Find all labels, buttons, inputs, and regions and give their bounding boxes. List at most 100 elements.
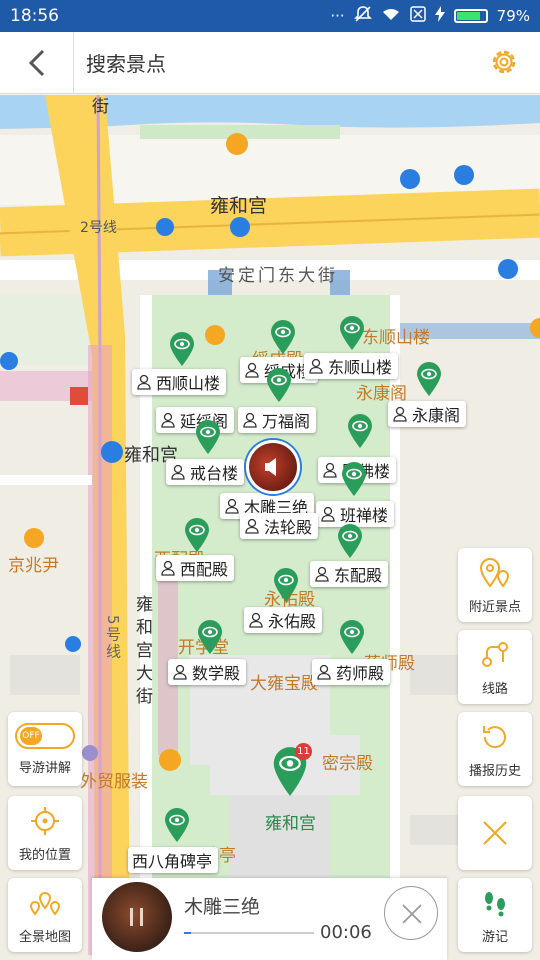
close-panel-button[interactable] — [458, 796, 532, 870]
user-icon — [321, 506, 335, 522]
poi-pin-icon[interactable] — [168, 331, 196, 367]
battery-icon — [453, 9, 488, 23]
poi-pin-icon[interactable] — [272, 567, 300, 603]
poi-pin-icon[interactable] — [163, 807, 191, 843]
travel-notes-label: 游记 — [481, 929, 508, 945]
poi-tag[interactable]: 万福阁 — [238, 407, 317, 433]
cluster-count-badge: 11 — [295, 743, 312, 760]
page-title: 搜索景点 — [86, 52, 166, 76]
poi-pin-icon[interactable] — [269, 319, 297, 355]
back-button[interactable] — [0, 31, 74, 94]
poi-pin-icon[interactable] — [340, 461, 368, 497]
guide-toggle[interactable]: OFF — [15, 722, 75, 749]
header: 搜索景点 — [0, 31, 540, 94]
poi-pin-icon[interactable] — [183, 517, 211, 553]
user-icon — [137, 374, 151, 390]
audio-player: 木雕三绝 00:06 — [92, 878, 447, 960]
user-icon — [315, 566, 329, 582]
route-label: 线路 — [481, 681, 508, 697]
poi-tag[interactable]: 药师殿 — [312, 659, 391, 685]
status-bar: 18:56 ··· 79% — [0, 0, 540, 32]
close-icon — [483, 821, 507, 845]
player-time: 00:06 — [320, 922, 372, 943]
close-icon — [402, 904, 422, 924]
user-icon — [161, 560, 175, 576]
map-label-yonghegong-top: 雍和宫 — [210, 195, 268, 217]
map-label-jingzhaoyin: 京兆尹 — [8, 556, 59, 576]
player-close-button[interactable] — [384, 886, 438, 940]
user-icon — [323, 462, 337, 478]
footprints-icon — [485, 891, 505, 916]
guide-explain-button[interactable]: OFF 导游讲解 — [8, 712, 82, 786]
user-icon — [243, 412, 257, 428]
speaker-icon — [265, 458, 276, 476]
player-progress-bar[interactable] — [184, 932, 314, 934]
status-time: 18:56 — [10, 6, 59, 26]
broadcast-history-label: 播报历史 — [468, 763, 521, 779]
mute-icon — [353, 5, 372, 27]
poi-tag[interactable]: 西配殿 — [156, 555, 235, 581]
map-label-yonghegong-street: 雍和宫大街 — [132, 595, 152, 710]
my-location-button[interactable]: 我的位置 — [8, 796, 82, 870]
full-map-label: 全景地图 — [18, 929, 71, 945]
map-label-line5: 5号线 — [104, 615, 122, 661]
user-icon — [317, 664, 331, 680]
settings-button[interactable] — [488, 46, 520, 78]
history-icon — [483, 725, 506, 748]
route-button[interactable]: 线路 — [458, 630, 532, 704]
poi-pin-icon[interactable] — [338, 315, 366, 351]
route-icon — [482, 641, 508, 667]
map-label-yonghegong-bottom: 雍和宫 — [265, 814, 316, 834]
back-icon — [28, 49, 44, 76]
poi-tag[interactable]: 西顺山楼 — [132, 369, 227, 395]
location-pins-icon — [479, 557, 510, 588]
poi-pin-icon[interactable] — [346, 413, 374, 449]
player-title: 木雕三绝 — [184, 896, 261, 918]
battery-text: 79% — [496, 7, 530, 25]
map-label-dalongbaodian: 大雍宝殿 — [250, 674, 318, 694]
guide-explain-label: 导游讲解 — [18, 760, 71, 776]
user-icon — [173, 664, 187, 680]
user-icon — [171, 464, 185, 480]
poi-pin-icon[interactable] — [194, 419, 222, 455]
map-label-dongshunshanlou: 东顺山楼 — [362, 328, 430, 348]
toggle-off-label: OFF — [20, 726, 42, 745]
user-icon — [309, 358, 323, 374]
map-label-waimao: 外贸服装 — [80, 772, 148, 792]
gear-icon — [492, 50, 516, 74]
poi-tag[interactable]: 戒台楼 — [166, 459, 245, 485]
nearby-spots-button[interactable]: 附近景点 — [458, 548, 532, 622]
my-location-label: 我的位置 — [18, 847, 71, 863]
map-pins-icon — [29, 891, 61, 916]
poi-pin-icon[interactable] — [265, 367, 293, 403]
cluster-pin[interactable]: 11 — [270, 743, 312, 797]
poi-tag[interactable]: 永佑殿 — [244, 607, 323, 633]
map-label-andingmen: 安定门东大街 — [218, 266, 338, 286]
charging-icon — [434, 6, 445, 26]
map-label-mizongdian: 密宗殿 — [322, 754, 373, 774]
user-icon — [249, 612, 263, 628]
player-artwork[interactable] — [102, 882, 172, 952]
user-icon — [393, 406, 407, 422]
broadcast-history-button[interactable]: 播报历史 — [458, 712, 532, 786]
poi-pin-icon[interactable] — [196, 619, 224, 655]
poi-pin-icon[interactable] — [415, 361, 443, 397]
full-map-button[interactable]: 全景地图 — [8, 878, 82, 952]
poi-tag[interactable]: 东配殿 — [310, 561, 389, 587]
more-dots-icon: ··· — [330, 7, 345, 25]
poi-tag[interactable]: 数学殿 — [168, 659, 247, 685]
nearby-spots-label: 附近景点 — [468, 599, 521, 615]
poi-tag[interactable]: 永康阁 — [388, 401, 467, 427]
poi-pin-icon[interactable] — [338, 619, 366, 655]
map-label-jie: 街 — [88, 97, 108, 116]
poi-pin-icon[interactable] — [336, 523, 364, 559]
pause-icon — [130, 908, 143, 926]
poi-tag[interactable]: 西八角碑亭 — [128, 847, 219, 873]
crosshair-icon — [31, 806, 59, 835]
sim-icon — [409, 6, 426, 26]
travel-notes-button[interactable]: 游记 — [458, 878, 532, 952]
playing-marker[interactable] — [246, 440, 300, 494]
poi-tag[interactable]: 东顺山楼 — [304, 353, 399, 379]
poi-tag[interactable]: 法轮殿 — [240, 513, 319, 539]
user-icon — [161, 412, 175, 428]
